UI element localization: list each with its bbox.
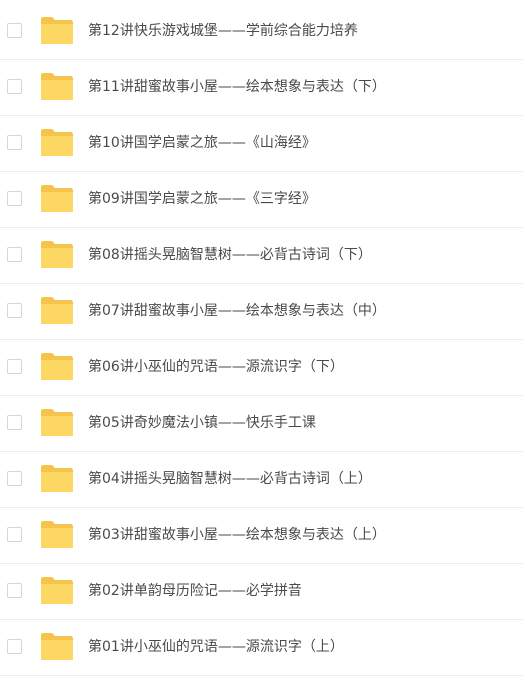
folder-icon xyxy=(40,352,74,381)
file-name[interactable]: 第02讲单韵母历险记——必学拼音 xyxy=(88,564,302,619)
row-checkbox[interactable] xyxy=(7,191,22,206)
row-checkbox[interactable] xyxy=(7,583,22,598)
file-row[interactable]: 第07讲甜蜜故事小屋——绘本想象与表达（中） xyxy=(0,284,523,340)
file-row[interactable]: 第06讲小巫仙的咒语——源流识字（下） xyxy=(0,340,523,396)
row-checkbox[interactable] xyxy=(7,415,22,430)
file-name[interactable]: 第07讲甜蜜故事小屋——绘本想象与表达（中） xyxy=(88,284,386,339)
file-name[interactable]: 第09讲国学启蒙之旅——《三字经》 xyxy=(88,172,316,227)
file-row[interactable]: 第05讲奇妙魔法小镇——快乐手工课 xyxy=(0,396,523,452)
file-row[interactable]: 第02讲单韵母历险记——必学拼音 xyxy=(0,564,523,620)
folder-icon xyxy=(40,408,74,437)
folder-icon xyxy=(40,296,74,325)
folder-icon xyxy=(40,184,74,213)
folder-icon xyxy=(40,16,74,45)
folder-icon xyxy=(40,464,74,493)
file-list: 第12讲快乐游戏城堡——学前综合能力培养 第11讲甜蜜故事小屋——绘本想象与表达… xyxy=(0,0,523,687)
file-row[interactable]: 第03讲甜蜜故事小屋——绘本想象与表达（上） xyxy=(0,508,523,564)
file-name[interactable]: 第10讲国学启蒙之旅——《山海经》 xyxy=(88,116,316,171)
file-name[interactable]: 第08讲摇头晃脑智慧树——必背古诗词（下） xyxy=(88,228,372,283)
file-name[interactable]: 第06讲小巫仙的咒语——源流识字（下） xyxy=(88,340,344,395)
row-checkbox[interactable] xyxy=(7,23,22,38)
file-row[interactable]: 第01讲小巫仙的咒语——源流识字（上） xyxy=(0,620,523,676)
folder-icon xyxy=(40,520,74,549)
file-name[interactable]: 第12讲快乐游戏城堡——学前综合能力培养 xyxy=(88,4,358,59)
folder-icon xyxy=(40,72,74,101)
file-name[interactable]: 第03讲甜蜜故事小屋——绘本想象与表达（上） xyxy=(88,508,386,563)
row-checkbox[interactable] xyxy=(7,303,22,318)
row-checkbox[interactable] xyxy=(7,247,22,262)
folder-icon xyxy=(40,576,74,605)
row-checkbox[interactable] xyxy=(7,359,22,374)
row-checkbox[interactable] xyxy=(7,135,22,150)
folder-icon xyxy=(40,632,74,661)
file-name[interactable]: 第01讲小巫仙的咒语——源流识字（上） xyxy=(88,620,344,675)
row-checkbox[interactable] xyxy=(7,527,22,542)
row-checkbox[interactable] xyxy=(7,79,22,94)
file-row[interactable]: 第10讲国学启蒙之旅——《山海经》 xyxy=(0,116,523,172)
file-row[interactable]: 第09讲国学启蒙之旅——《三字经》 xyxy=(0,172,523,228)
file-row[interactable]: 第04讲摇头晃脑智慧树——必背古诗词（上） xyxy=(0,452,523,508)
file-name[interactable]: 第11讲甜蜜故事小屋——绘本想象与表达（下） xyxy=(88,60,386,115)
folder-icon xyxy=(40,240,74,269)
file-row[interactable]: 第08讲摇头晃脑智慧树——必背古诗词（下） xyxy=(0,228,523,284)
file-row[interactable]: 第11讲甜蜜故事小屋——绘本想象与表达（下） xyxy=(0,60,523,116)
file-row[interactable]: 第12讲快乐游戏城堡——学前综合能力培养 xyxy=(0,4,523,60)
file-name[interactable]: 第04讲摇头晃脑智慧树——必背古诗词（上） xyxy=(88,452,372,507)
row-checkbox[interactable] xyxy=(7,471,22,486)
file-name[interactable]: 第05讲奇妙魔法小镇——快乐手工课 xyxy=(88,396,316,451)
row-checkbox[interactable] xyxy=(7,639,22,654)
folder-icon xyxy=(40,128,74,157)
